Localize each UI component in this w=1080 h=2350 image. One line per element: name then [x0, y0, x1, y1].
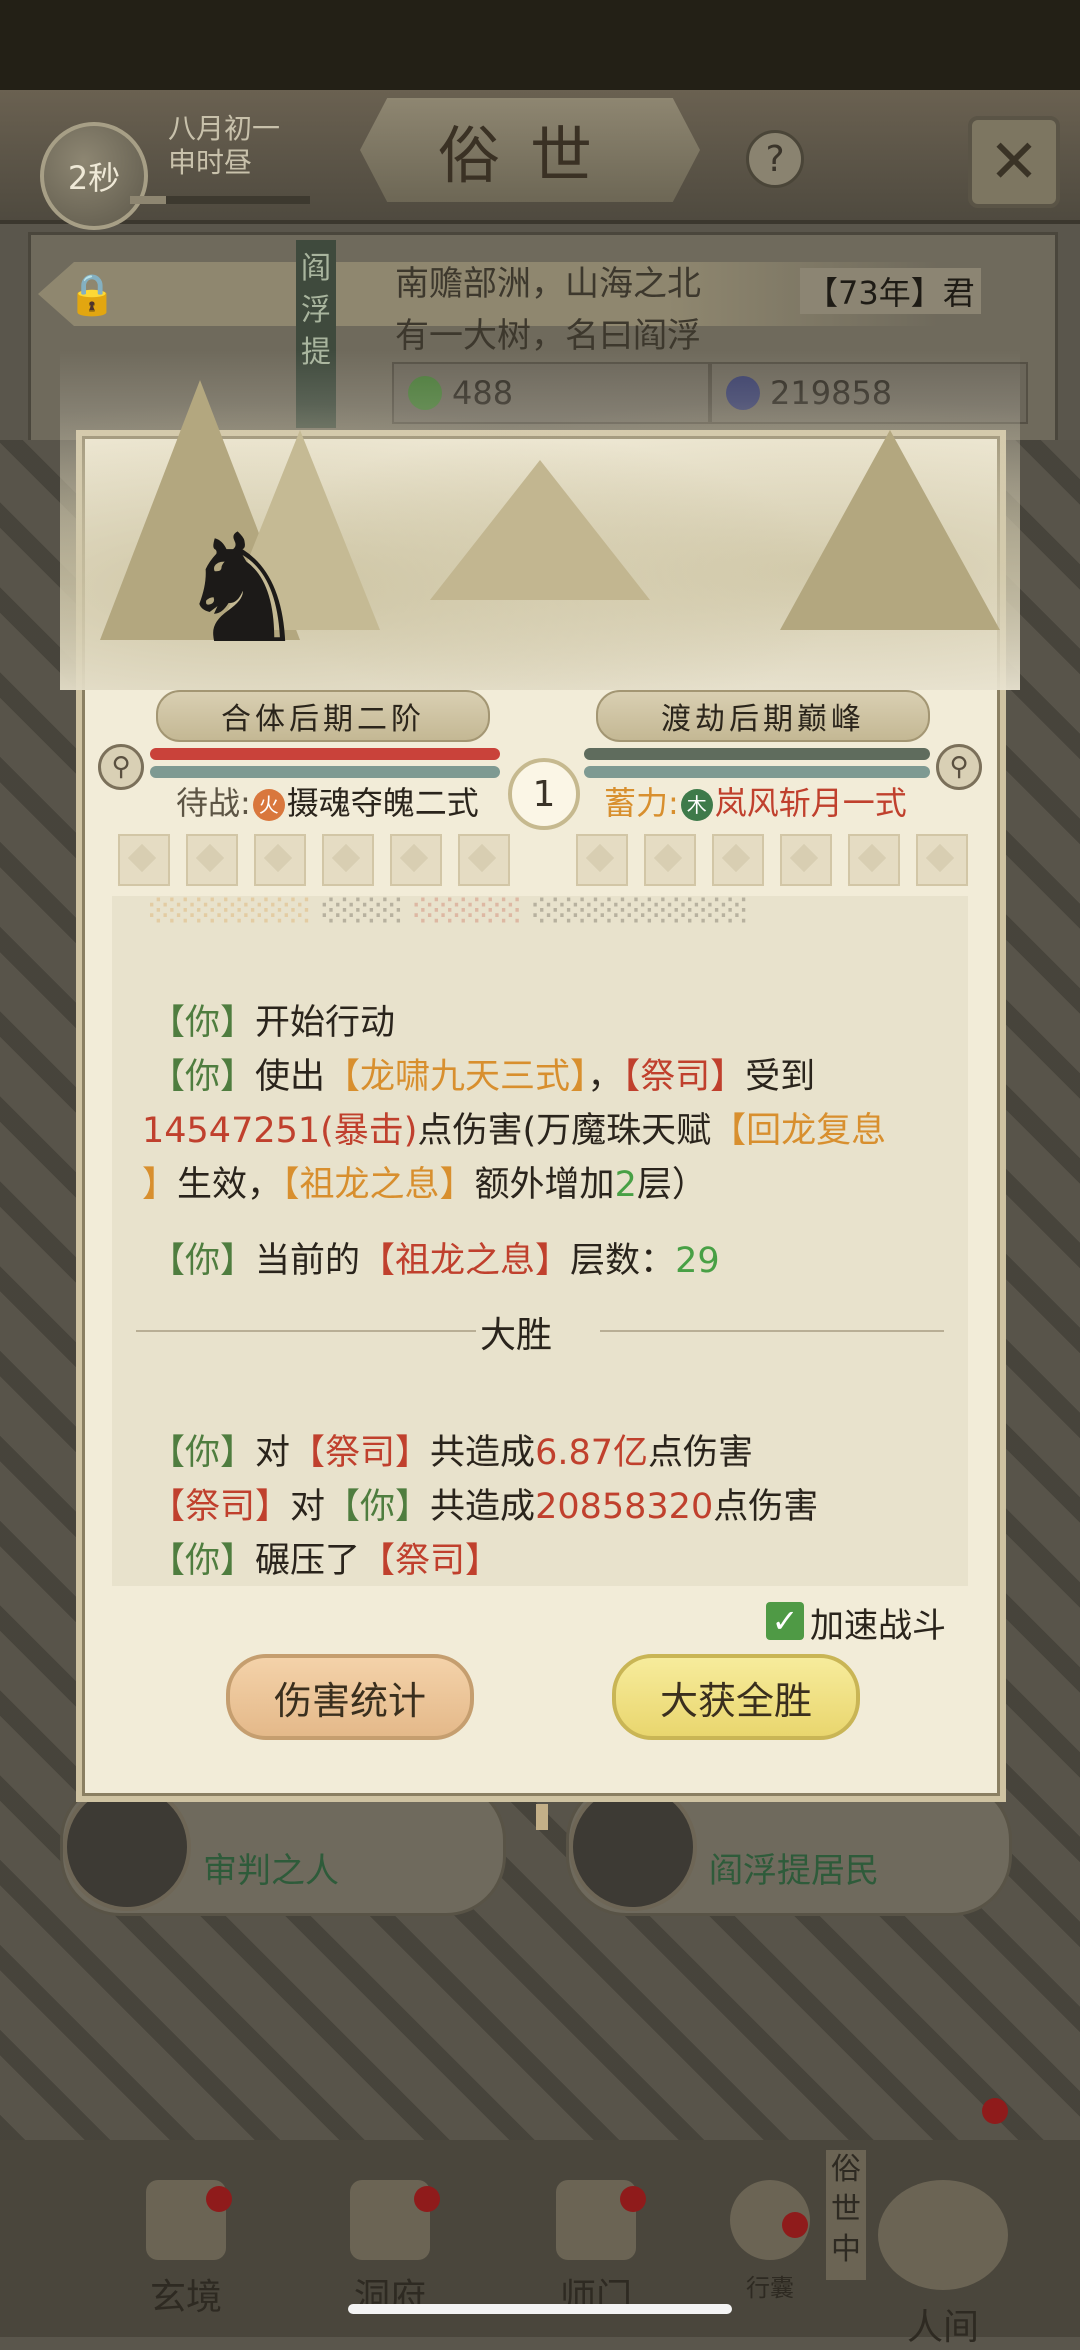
- enemy-bars: [584, 742, 930, 778]
- result-divider: 大胜: [480, 1315, 553, 1356]
- speed-checkbox[interactable]: ✓: [766, 1602, 804, 1640]
- player-bars: [150, 742, 500, 778]
- close-icon[interactable]: ✕: [968, 116, 1060, 208]
- victory-button[interactable]: 大获全胜: [612, 1654, 860, 1740]
- log-line: 【你】当前的【祖龙之息】层数：29: [150, 1241, 720, 1281]
- enemy-hp-bar: [584, 748, 930, 760]
- player-status-prefix: 待战:: [176, 784, 251, 822]
- time-progress: [130, 196, 310, 204]
- year-label: 【73年】君: [800, 268, 981, 314]
- player-mp-bar: [150, 766, 500, 778]
- speed-label[interactable]: 加速战斗: [810, 1598, 946, 1647]
- npc-avatar: [63, 1783, 191, 1911]
- home-indicator: [348, 2304, 732, 2314]
- player-buff-slot[interactable]: [254, 834, 306, 886]
- enemy-portrait-icon[interactable]: ⚲: [936, 744, 982, 790]
- location-description: 南赡部洲，山海之北 有一大树，名曰阎浮: [395, 258, 701, 362]
- notification-dot: [782, 2212, 808, 2238]
- notification-dot: [620, 2186, 646, 2212]
- log-line-clipped: ░░░░░░ ░░░ ░░░░ ░░░░░░░░: [150, 896, 749, 923]
- player-avatar: ♞: [175, 503, 310, 677]
- nav-renjian[interactable]: 人间: [868, 2180, 1018, 2348]
- notification-dot: [206, 2186, 232, 2212]
- summary-line: 【你】对【祭司】共造成6.87亿点伤害: [150, 1433, 754, 1473]
- enemy-skill: 岚风斩月一式: [714, 784, 907, 822]
- landscape-icon: [878, 2180, 1008, 2290]
- enemy-status-prefix: 蓄力:: [604, 784, 679, 822]
- fire-element-icon: 火: [252, 789, 285, 821]
- game-date: 八月初一 申时昼: [168, 112, 280, 180]
- player-portrait-icon[interactable]: ⚲: [98, 744, 144, 790]
- round-counter: 1: [508, 758, 580, 830]
- combat-log[interactable]: ░░░░░░ ░░░ ░░░░ ░░░░░░░░ 【你】开始行动 【你】使出【龙…: [112, 896, 968, 1586]
- nav-label: 行囊: [746, 2274, 794, 2302]
- log-line: 14547251(暴击)点伤害(万魔珠天赋【回龙复息: [142, 1111, 887, 1151]
- log-line: 【你】开始行动: [150, 1003, 396, 1043]
- location-line-1: 南赡部洲，山海之北: [395, 264, 701, 304]
- enemy-mp-bar: [584, 766, 930, 778]
- wood-element-icon: 木: [680, 789, 713, 821]
- enemy-buff-slot[interactable]: [916, 834, 968, 886]
- player-status: 待战: 火摄魂夺魄二式: [176, 782, 479, 824]
- enemy-status: 蓄力: 木岚风斩月一式: [604, 782, 907, 824]
- notification-dot: [414, 2186, 440, 2212]
- enemy-buff-slot[interactable]: [848, 834, 900, 886]
- enemy-buff-slot[interactable]: [576, 834, 628, 886]
- date-time: 申时昼: [168, 146, 253, 179]
- lock-icon[interactable]: 🔒: [60, 268, 124, 320]
- enemy-buff-slot[interactable]: [780, 834, 832, 886]
- help-icon[interactable]: ?: [746, 130, 804, 188]
- notification-dot: [982, 2098, 1008, 2124]
- log-line: 【你】使出【龙啸九天三式】，【祭司】受到: [150, 1057, 816, 1097]
- npc-avatar: [569, 1783, 697, 1911]
- log-line: 】生效，【祖龙之息】额外增加2层）: [142, 1165, 707, 1205]
- player-buff-slot[interactable]: [458, 834, 510, 886]
- npc-title: 审判之人: [203, 1851, 339, 1891]
- enemy-buff-slot[interactable]: [712, 834, 764, 886]
- summary-line: 【祭司】对【你】共造成20858320点伤害: [150, 1487, 819, 1527]
- summary-line: 【你】碾压了【祭司】: [150, 1541, 501, 1581]
- nav-side-label: 俗世中: [826, 2150, 866, 2280]
- bookmark-tab: [536, 1804, 548, 1830]
- player-skill: 摄魂夺魄二式: [286, 784, 479, 822]
- player-buff-slot[interactable]: [390, 834, 442, 886]
- status-bar: [0, 0, 1080, 90]
- enemy-buff-slot[interactable]: [644, 834, 696, 886]
- nav-label: 玄境: [149, 2277, 222, 2318]
- date-day: 八月初一: [168, 112, 281, 145]
- player-hp-bar: [150, 748, 500, 760]
- nav-label: 人间: [906, 2307, 979, 2348]
- enemy-realm: 渡劫后期巅峰: [596, 690, 930, 742]
- player-buff-slot[interactable]: [118, 834, 170, 886]
- player-realm: 合体后期二阶: [156, 690, 490, 742]
- damage-stats-button[interactable]: 伤害统计: [226, 1654, 474, 1740]
- page-title: 俗世: [360, 98, 700, 202]
- timer-badge: 2秒: [40, 122, 148, 230]
- player-buff-slot[interactable]: [186, 834, 238, 886]
- divider-right: [600, 1330, 944, 1332]
- divider-left: [136, 1330, 476, 1332]
- player-buff-slot[interactable]: [322, 834, 374, 886]
- npc-title: 阎浮提居民: [709, 1851, 879, 1891]
